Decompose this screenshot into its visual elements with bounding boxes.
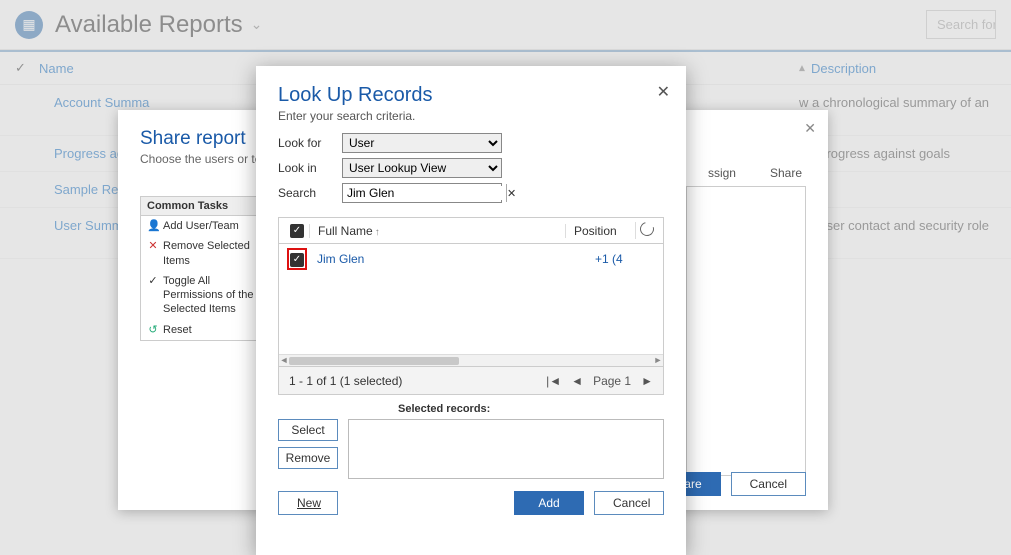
result-row[interactable]: ✓ Jim Glen +1 (4 [279, 244, 663, 274]
pager-status: 1 - 1 of 1 (1 selected) [289, 374, 402, 388]
share-columns: ssign Share [704, 166, 806, 180]
col-fullname[interactable]: Full Name↑ [309, 224, 565, 238]
pager-page: Page 1 [593, 374, 631, 388]
lookfor-select[interactable]: User [342, 133, 502, 153]
task-remove-selected[interactable]: ✕Remove Selected Items [141, 236, 274, 271]
row-position: +1 (4 [587, 252, 657, 266]
task-reset[interactable]: ↺Reset [141, 320, 274, 340]
prev-page-icon[interactable]: ◄ [571, 374, 583, 388]
common-tasks-header: Common Tasks [141, 197, 274, 216]
col-assign: ssign [704, 166, 740, 180]
next-page-icon[interactable]: ► [641, 374, 653, 388]
first-page-icon[interactable]: |◄ [546, 374, 561, 388]
cancel-button[interactable]: Cancel [594, 491, 664, 515]
lookfor-label: Look for [278, 136, 342, 150]
row-checkbox-highlight: ✓ [287, 248, 307, 270]
search-input[interactable] [343, 186, 506, 200]
refresh-button[interactable] [635, 222, 657, 239]
lookup-subtitle: Enter your search criteria. [278, 109, 664, 123]
new-button[interactable]: New [278, 491, 338, 515]
select-button[interactable]: Select [278, 419, 338, 441]
user-plus-icon: 👤 [147, 219, 159, 233]
select-all-checkbox[interactable]: ✓ [290, 224, 304, 238]
selected-records-label: Selected records: [398, 403, 664, 415]
horizontal-scrollbar[interactable]: ◄ ► [279, 354, 663, 366]
lookup-records-dialog: ✕ Look Up Records Enter your search crit… [256, 66, 686, 555]
lookin-select[interactable]: User Lookup View [342, 158, 502, 178]
col-share: Share [766, 166, 806, 180]
close-icon[interactable]: ✕ [804, 120, 816, 137]
lookup-title: Look Up Records [278, 84, 664, 107]
reset-icon: ↺ [147, 323, 159, 337]
results-grid: ✓ Full Name↑ Position ✓ Jim Glen +1 (4 ◄… [278, 217, 664, 367]
common-tasks-panel: Common Tasks 👤Add User/Team ✕Remove Sele… [140, 196, 275, 341]
scroll-right-icon[interactable]: ► [653, 355, 663, 365]
row-fullname: Jim Glen [309, 252, 587, 266]
check-icon: ✓ [147, 274, 159, 288]
clear-search-icon[interactable]: ✕ [506, 184, 516, 202]
refresh-icon [637, 219, 656, 238]
scroll-thumb[interactable] [289, 357, 459, 365]
add-button[interactable]: Add [514, 491, 584, 515]
cancel-button[interactable]: Cancel [731, 472, 806, 496]
col-position[interactable]: Position [565, 224, 635, 238]
remove-icon: ✕ [147, 239, 159, 253]
lookin-label: Look in [278, 161, 342, 175]
task-add-user[interactable]: 👤Add User/Team [141, 216, 274, 236]
share-target-list[interactable] [686, 186, 806, 476]
sort-asc-icon: ↑ [375, 227, 380, 238]
search-input-wrap: ✕ [342, 183, 502, 203]
scroll-left-icon[interactable]: ◄ [279, 355, 289, 365]
selected-records-box[interactable] [348, 419, 664, 479]
close-icon[interactable]: ✕ [657, 82, 670, 102]
remove-button[interactable]: Remove [278, 447, 338, 469]
results-header: ✓ Full Name↑ Position [279, 218, 663, 244]
row-checkbox[interactable]: ✓ [290, 253, 304, 267]
search-label: Search [278, 186, 342, 200]
task-toggle-permissions[interactable]: ✓Toggle All Permissions of the Selected … [141, 271, 274, 320]
results-pager: 1 - 1 of 1 (1 selected) |◄ ◄ Page 1 ► [278, 367, 664, 395]
